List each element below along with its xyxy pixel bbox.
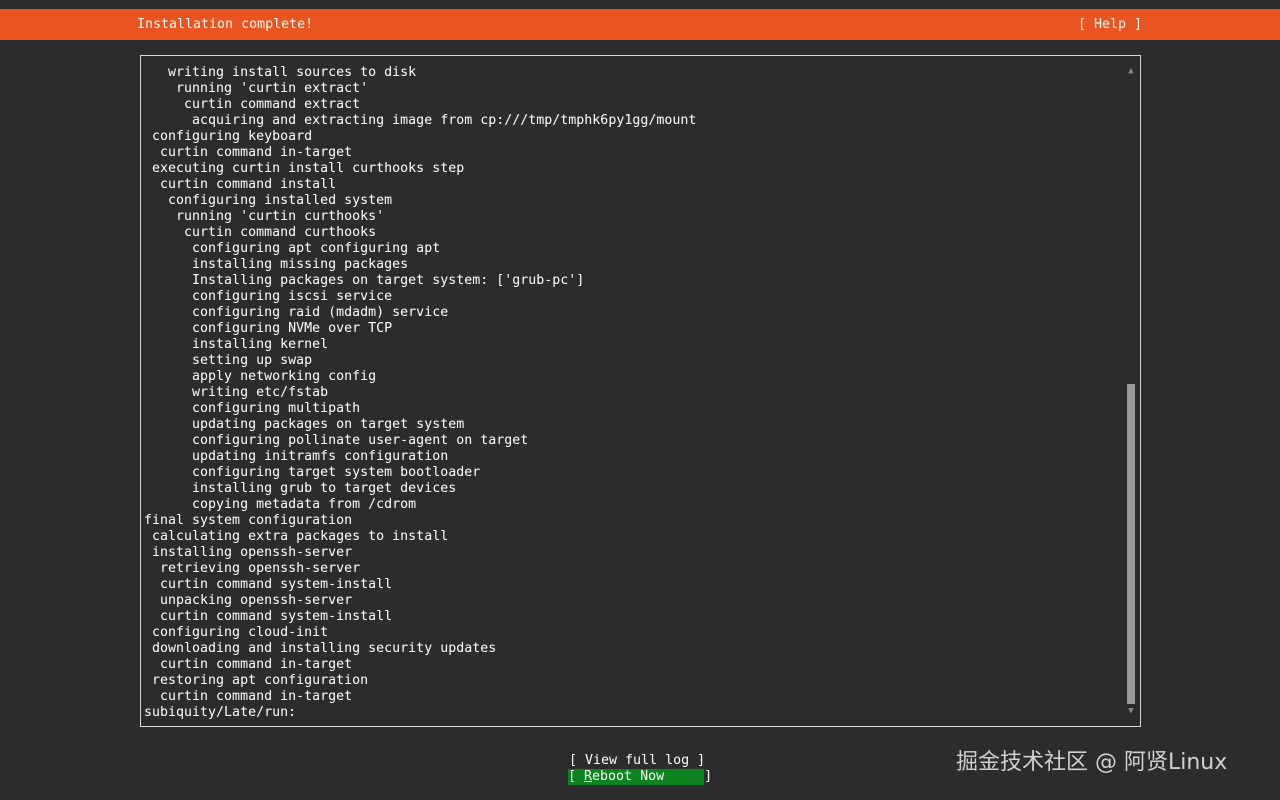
log-line: configuring pollinate user-agent on targ…	[144, 433, 529, 448]
log-line: configuring installed system	[144, 193, 393, 208]
log-line: curtin command in-target	[144, 689, 353, 704]
log-line: curtin command install	[144, 177, 337, 192]
log-line: downloading and installing security upda…	[144, 641, 497, 656]
log-line: configuring iscsi service	[144, 289, 393, 304]
watermark: 掘金技术社区 @ 阿贤Linux	[956, 750, 1228, 775]
log-line: curtin command extract	[144, 97, 361, 112]
log-line: unpacking openssh-server	[144, 593, 353, 608]
log-line: configuring multipath	[144, 401, 361, 416]
log-line: copying metadata from /cdrom	[144, 497, 417, 512]
reboot-now-button[interactable]: [ Reboot Now ]	[568, 769, 712, 785]
top-margin	[0, 0, 1280, 9]
install-log-panel[interactable]: writing install sources to disk running …	[140, 55, 1141, 727]
log-line: acquiring and extracting image from cp:/…	[144, 113, 697, 128]
log-line: configuring apt configuring apt	[144, 241, 441, 256]
log-line: configuring NVMe over TCP	[144, 321, 393, 336]
log-line: running 'curtin curthooks'	[144, 209, 385, 224]
down-arrow-icon[interactable]: ▼	[1126, 706, 1136, 716]
log-line: installing openssh-server	[144, 545, 353, 560]
log-line: installing missing packages	[144, 257, 409, 272]
reboot-bracket-open: [	[568, 769, 585, 784]
log-line: installing grub to target devices	[144, 481, 457, 496]
log-line: executing curtin install curthooks step	[144, 161, 465, 176]
page-title: Installation complete!	[137, 17, 314, 32]
view-full-log-button[interactable]: [ View full log ]	[569, 753, 705, 769]
log-line: curtin command in-target	[144, 145, 353, 160]
log-line: writing etc/fstab	[144, 385, 329, 400]
reboot-label-rest: eboot Now ]	[592, 769, 713, 784]
log-line: restoring apt configuration	[144, 673, 369, 688]
log-line: configuring raid (mdadm) service	[144, 305, 449, 320]
log-line: curtin command curthooks	[144, 225, 377, 240]
log-line: updating packages on target system	[144, 417, 465, 432]
log-line: configuring target system bootloader	[144, 465, 481, 480]
log-line: updating initramfs configuration	[144, 449, 449, 464]
log-line: writing install sources to disk	[144, 65, 417, 80]
log-line: calculating extra packages to install	[144, 529, 449, 544]
log-line: setting up swap	[144, 353, 313, 368]
log-line: subiquity/Late/run:	[144, 705, 297, 720]
help-button[interactable]: [ Help ]	[1078, 17, 1142, 33]
log-line: installing kernel	[144, 337, 329, 352]
title-bar: Installation complete! [ Help ]	[0, 9, 1280, 40]
log-line: configuring keyboard	[144, 129, 313, 144]
log-line: retrieving openssh-server	[144, 561, 361, 576]
log-line: final system configuration	[144, 513, 353, 528]
log-line: running 'curtin extract'	[144, 81, 369, 96]
log-line: curtin command system-install	[144, 609, 393, 624]
up-arrow-icon[interactable]: ▲	[1126, 66, 1136, 76]
log-lines: writing install sources to disk running …	[144, 65, 696, 721]
log-line: curtin command system-install	[144, 577, 393, 592]
log-line: curtin command in-target	[144, 657, 353, 672]
log-line: configuring cloud-init	[144, 625, 329, 640]
scrollbar-thumb[interactable]	[1127, 384, 1135, 704]
log-line: apply networking config	[144, 369, 377, 384]
log-line: Installing packages on target system: ['…	[144, 273, 585, 288]
reboot-hotkey: R	[584, 769, 593, 784]
